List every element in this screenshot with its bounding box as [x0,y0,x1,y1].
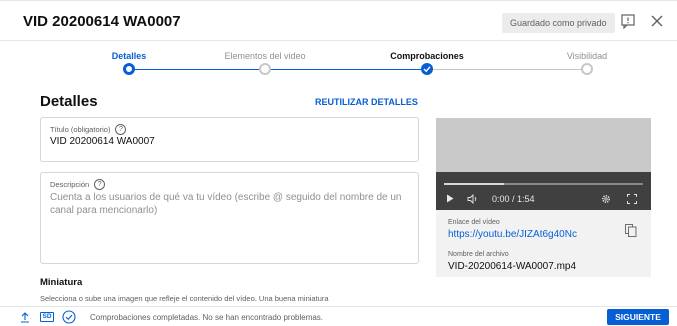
checks-status-text: Comprobaciones completadas. No se han en… [90,313,324,322]
copy-icon[interactable] [625,224,637,237]
check-icon [423,66,431,73]
sd-quality-badge: SD [40,312,54,322]
title-field-label: Título (obligatorio) ? [50,124,127,135]
settings-icon[interactable] [601,194,611,204]
step-dot [581,63,593,75]
filename-label: Nombre del archivo [448,251,509,258]
upload-stepper: Detalles Elementos del video Comprobacio… [0,42,677,82]
close-icon[interactable] [649,13,665,29]
player-control-bar [436,172,651,210]
stepper-line-1 [129,69,265,70]
title-label-text: Título (obligatorio) [50,125,111,134]
time-display: 0:00 / 1:54 [492,194,535,204]
stepper-line-2 [265,69,427,70]
step-dot [123,63,135,75]
volume-icon[interactable] [467,194,479,204]
step-label: Elementos del video [224,51,306,61]
description-field-label: Descripción ? [50,179,106,190]
filename-value: VID-20200614-WA0007.mp4 [448,261,577,272]
step-label: Comprobaciones [390,51,464,61]
description-label-text: Descripción [50,180,90,189]
play-icon[interactable] [446,194,454,203]
saved-status-badge: Guardado como privado [502,13,615,33]
video-progress-bar[interactable] [444,183,643,185]
step-visibilidad[interactable]: Visibilidad [527,51,647,75]
title-input[interactable]: VID 20200614 WA0007 [50,136,155,147]
step-label: Visibilidad [566,51,608,61]
step-dot [259,63,271,75]
step-elementos[interactable]: Elementos del video [205,51,325,75]
thumbnail-description: Selecciona o sube una imagen que refleje… [40,294,329,303]
section-title: Detalles [40,93,98,110]
upload-icon [21,312,29,323]
help-icon[interactable]: ? [115,124,127,135]
next-button[interactable]: SIGUIENTE [607,309,669,325]
title-field[interactable]: Título (obligatorio) ? VID 20200614 WA00… [40,117,419,162]
video-info-panel: Enlace del vídeo https://youtu.be/JIZAt6… [436,210,651,277]
fullscreen-icon[interactable] [627,194,637,204]
dialog-title: VID 20200614 WA0007 [23,13,181,30]
video-link-label: Enlace del vídeo [448,219,500,226]
video-preview[interactable]: 0:00 / 1:54 [436,118,651,210]
step-detalles[interactable]: Detalles [69,51,189,75]
stepper-line-3 [427,69,587,70]
footer-bar: SD Comprobaciones completadas. No se han… [0,306,677,326]
feedback-icon[interactable] [620,13,636,29]
video-link[interactable]: https://youtu.be/JIZAt6g40Nc [448,229,577,240]
dialog-header: VID 20200614 WA0007 Guardado como privad… [0,1,677,41]
step-label: Detalles [111,51,147,61]
reuse-details-link[interactable]: REUTILIZAR DETALLES [315,97,418,107]
description-field[interactable]: Descripción ? Cuenta a los usuarios de q… [40,172,419,264]
thumbnail-heading: Miniatura [40,277,83,288]
description-input[interactable]: Cuenta a los usuarios de qué va tu vídeo… [50,191,406,217]
step-comprobaciones[interactable]: Comprobaciones [367,51,487,75]
checks-complete-icon [62,310,76,324]
help-icon[interactable]: ? [94,179,106,190]
step-check-dot [421,63,433,75]
